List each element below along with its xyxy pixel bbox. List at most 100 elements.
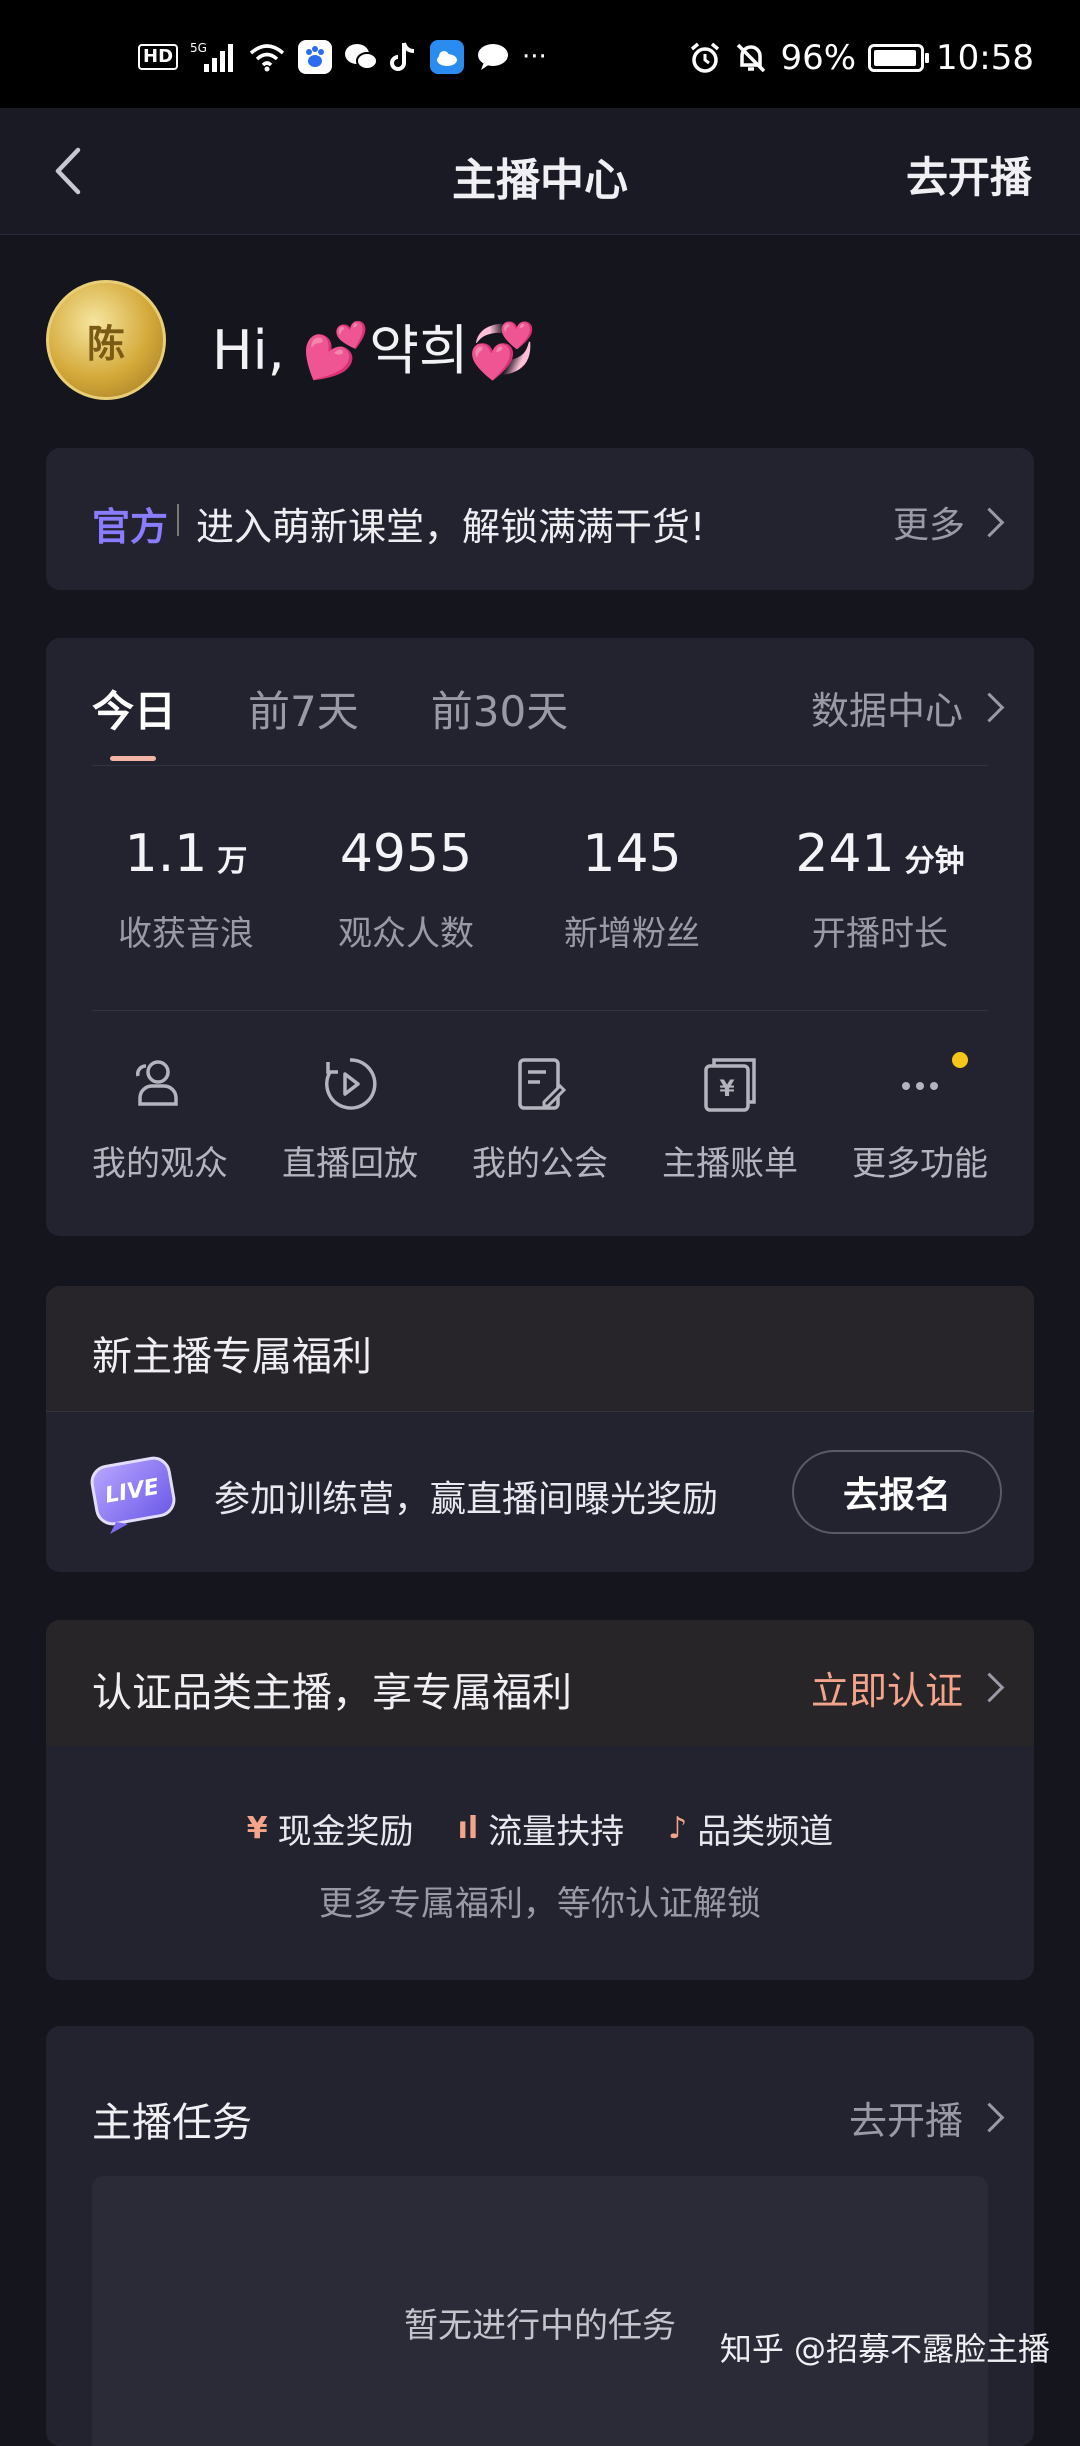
top-nav-bar: 主播中心 去开播 bbox=[0, 108, 1080, 235]
perk-label: 品类频道 bbox=[697, 1812, 834, 1852]
tasks-go-live-link[interactable]: 去开播 bbox=[848, 2090, 1005, 2145]
greeting: Hi, 💕약희💞 bbox=[212, 306, 536, 385]
bill-icon: ¥ bbox=[704, 1058, 756, 1112]
tasks-title: 主播任务 bbox=[92, 2100, 252, 2146]
notice-divider bbox=[177, 504, 179, 536]
guild-icon bbox=[518, 1058, 567, 1110]
certification-subtitle: 更多专属福利，等你认证解锁 bbox=[319, 1884, 761, 1924]
live-badge-icon: LIVE bbox=[86, 1452, 182, 1538]
yuan-icon: ¥ bbox=[246, 1811, 268, 1846]
wechat-icon bbox=[344, 42, 379, 72]
more-icon bbox=[902, 1082, 938, 1090]
certification-card: 认证品类主播，享专属福利 立即认证 ¥ 现金奖励 ıl 流量扶持 ♪ 品类频道 … bbox=[46, 1620, 1034, 1980]
cellular-signal-icon: 5G bbox=[190, 40, 236, 74]
perk-label: 流量扶持 bbox=[488, 1812, 625, 1852]
new-feature-dot-badge bbox=[952, 1052, 968, 1068]
feature-bill[interactable]: ¥ 主播账单 bbox=[640, 1054, 820, 1185]
watermark: 知乎 @招募不露脸主播 bbox=[719, 2330, 1050, 2368]
perk-category-channel: ♪ 品类频道 bbox=[668, 1804, 833, 1853]
chevron-right-icon bbox=[974, 2102, 1005, 2133]
tab-30-days[interactable]: 前30天 bbox=[431, 678, 568, 739]
svg-text:¥: ¥ bbox=[719, 1077, 735, 1102]
metric-label: 收获音浪 bbox=[118, 914, 254, 954]
benefit-title: 新主播专属福利 bbox=[92, 1334, 372, 1380]
metric-label: 观众人数 bbox=[338, 914, 474, 954]
tiktok-icon bbox=[390, 41, 418, 73]
metric-value: 1.1 bbox=[124, 824, 208, 884]
benefit-description: 参加训练营，赢直播间曝光奖励 bbox=[214, 1479, 719, 1520]
feature-label: 主播账单 bbox=[662, 1144, 798, 1184]
heart-ring-emoji-icon: 💞 bbox=[468, 319, 536, 382]
battery-icon bbox=[868, 44, 930, 72]
user-name: 약희 bbox=[369, 319, 469, 382]
signup-button[interactable]: 去报名 bbox=[792, 1450, 1002, 1534]
official-tag: 官方 bbox=[92, 505, 169, 549]
hd-icon: HD bbox=[138, 44, 179, 70]
data-center-link[interactable]: 数据中心 bbox=[810, 680, 1005, 735]
metric-new-fans[interactable]: 145 新增粉丝 bbox=[532, 824, 732, 955]
new-streamer-benefit-card: 新主播专属福利 LIVE 参加训练营，赢直播间曝光奖励 去报名 bbox=[46, 1286, 1034, 1572]
replay-icon bbox=[325, 1058, 377, 1110]
metric-value: 145 bbox=[582, 824, 682, 884]
heart-emoji-icon: 💕 bbox=[301, 319, 370, 382]
perk-label: 现金奖励 bbox=[277, 1812, 414, 1852]
mute-bell-icon bbox=[734, 41, 768, 75]
audience-icon bbox=[136, 1060, 178, 1106]
chevron-right-icon bbox=[974, 507, 1005, 537]
perk-cash-reward: ¥ 现金奖励 bbox=[247, 1804, 414, 1853]
bar-chart-icon: ıl bbox=[457, 1811, 479, 1846]
alarm-icon bbox=[688, 41, 722, 75]
status-bar: HD 5G ··· 96% 10:58 bbox=[0, 0, 1080, 108]
feature-my-audience[interactable]: 我的观众 bbox=[70, 1054, 250, 1185]
metric-label: 新增粉丝 bbox=[564, 914, 700, 954]
streamer-tasks-card: 主播任务 去开播 暂无进行中的任务 bbox=[46, 2026, 1034, 2446]
metric-sound-waves[interactable]: 1.1 万 收获音浪 bbox=[46, 824, 326, 955]
feature-label: 我的观众 bbox=[92, 1144, 228, 1184]
metric-value: 241 bbox=[795, 824, 895, 884]
tasks-go-live-label: 去开播 bbox=[848, 2099, 963, 2143]
chevron-right-icon bbox=[974, 692, 1005, 723]
feature-my-guild[interactable]: 我的公会 bbox=[450, 1054, 630, 1185]
official-notice-banner[interactable]: 官方 进入萌新课堂，解锁满满干货! 更多 bbox=[46, 448, 1034, 590]
perk-traffic-support: ıl 流量扶持 bbox=[458, 1804, 625, 1853]
feature-more[interactable]: 更多功能 bbox=[830, 1052, 1010, 1185]
stats-card: 今日 前7天 前30天 数据中心 1.1 万 收获音浪 4955 观众人数 145… bbox=[46, 638, 1034, 1236]
status-right: 96% 10:58 bbox=[688, 38, 1034, 78]
active-tab-indicator bbox=[110, 756, 156, 761]
notice-text: 进入萌新课堂，解锁满满干货! bbox=[196, 505, 706, 549]
clock: 10:58 bbox=[936, 38, 1034, 78]
message-icon bbox=[476, 42, 510, 72]
svg-text:5G: 5G bbox=[190, 41, 207, 55]
certify-now-label: 立即认证 bbox=[810, 1669, 963, 1713]
metric-live-duration[interactable]: 241 分钟 开播时长 bbox=[750, 824, 1010, 955]
tab-7-days[interactable]: 前7天 bbox=[248, 678, 359, 739]
music-note-icon: ♪ bbox=[668, 1811, 688, 1846]
feature-replay[interactable]: 直播回放 bbox=[260, 1054, 440, 1185]
avatar-logo-text: 陈 bbox=[86, 320, 125, 366]
notice-more-label: 更多 bbox=[892, 505, 965, 546]
more-notifications-icon: ··· bbox=[522, 42, 547, 72]
benefit-header: 新主播专属福利 bbox=[46, 1286, 1034, 1412]
baidu-app-icon bbox=[298, 40, 333, 74]
battery-percentage: 96% bbox=[780, 38, 857, 78]
data-center-label: 数据中心 bbox=[810, 689, 963, 733]
metric-value: 4955 bbox=[339, 824, 473, 884]
certification-perks: ¥ 现金奖励 ıl 流量扶持 ♪ 品类频道 bbox=[46, 1804, 1034, 1853]
weather-app-icon bbox=[430, 40, 465, 74]
avatar[interactable]: 陈 bbox=[46, 280, 166, 400]
go-live-button[interactable]: 去开播 bbox=[906, 144, 1032, 205]
tab-today[interactable]: 今日 bbox=[92, 678, 176, 739]
greeting-prefix: Hi, bbox=[212, 319, 302, 382]
metric-unit: 分钟 bbox=[904, 844, 965, 879]
chevron-right-icon bbox=[974, 1672, 1005, 1703]
tasks-empty-state: 暂无进行中的任务 bbox=[92, 2176, 988, 2446]
certify-now-link[interactable]: 立即认证 bbox=[810, 1660, 1005, 1715]
feature-label: 更多功能 bbox=[852, 1144, 988, 1184]
status-left: HD 5G ··· bbox=[138, 40, 547, 74]
notice-more-link[interactable]: 更多 bbox=[892, 496, 1005, 548]
certification-title: 认证品类主播，享专属福利 bbox=[92, 1670, 572, 1716]
metric-label: 开播时长 bbox=[812, 914, 948, 954]
metric-viewers[interactable]: 4955 观众人数 bbox=[306, 824, 506, 955]
feature-label: 直播回放 bbox=[282, 1144, 418, 1184]
wifi-icon bbox=[248, 42, 286, 72]
